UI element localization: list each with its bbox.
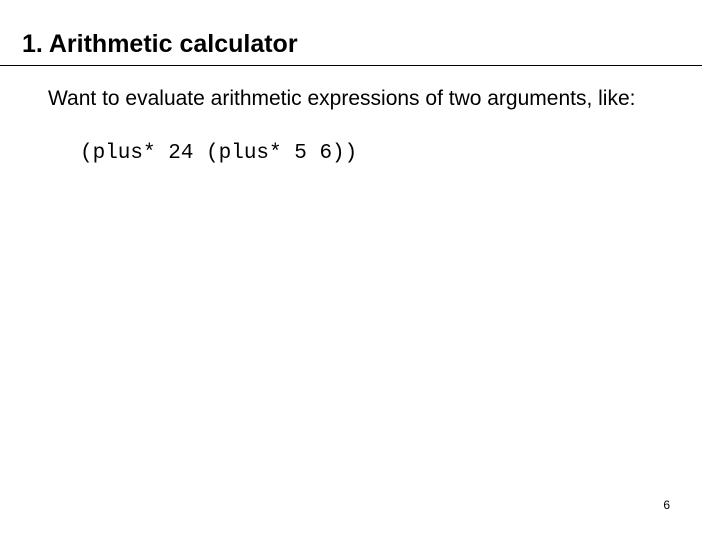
slide-body-text: Want to evaluate arithmetic expressions … — [0, 66, 720, 112]
page-number: 6 — [663, 498, 670, 512]
slide-heading: 1. Arithmetic calculator — [0, 30, 702, 66]
slide: 1. Arithmetic calculator Want to evaluat… — [0, 0, 720, 540]
code-example: (plus* 24 (plus* 5 6)) — [0, 112, 720, 165]
